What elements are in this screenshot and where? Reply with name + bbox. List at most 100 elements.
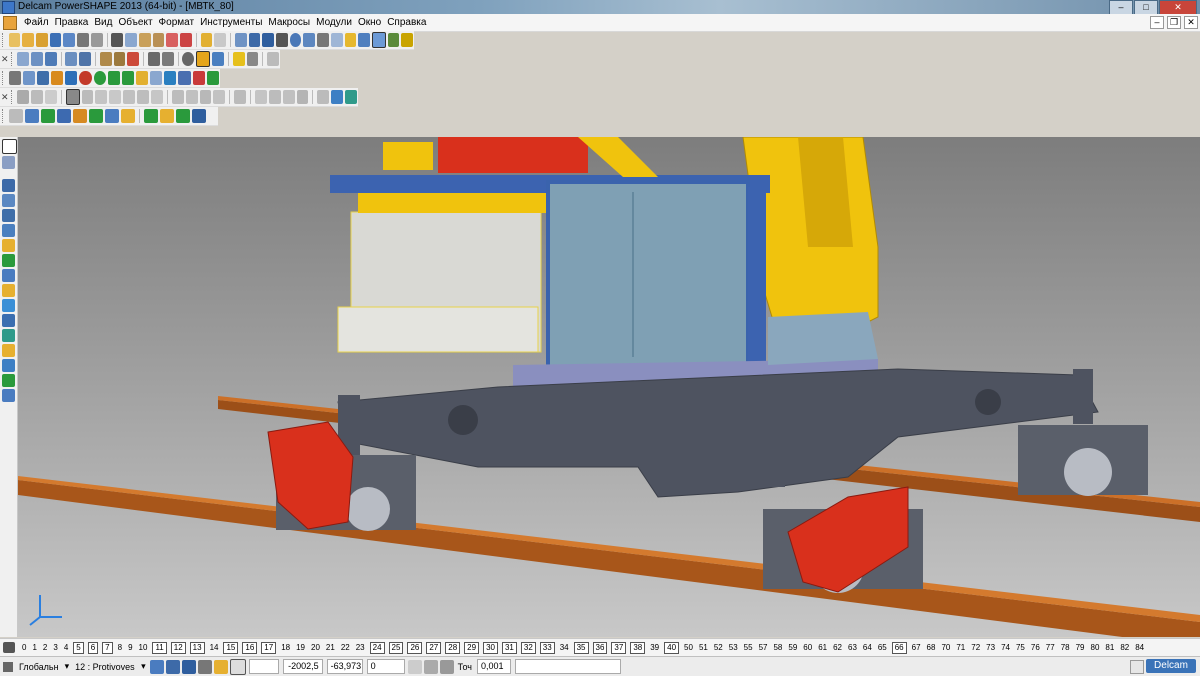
- level-16[interactable]: 16: [242, 641, 258, 654]
- level-76[interactable]: 76: [1030, 643, 1041, 653]
- dashed-icon[interactable]: [44, 90, 57, 104]
- print-icon[interactable]: [77, 33, 89, 47]
- block-icon[interactable]: [136, 71, 149, 85]
- solid-6-icon[interactable]: [105, 109, 119, 123]
- level-18[interactable]: 18: [280, 643, 291, 653]
- level-3[interactable]: 3: [52, 643, 58, 653]
- level-19[interactable]: 19: [295, 643, 306, 653]
- level-5[interactable]: 5: [73, 641, 84, 654]
- workplane-icon[interactable]: [3, 661, 13, 672]
- tolerance-field[interactable]: 0,001: [476, 659, 511, 674]
- level-61[interactable]: 61: [817, 643, 828, 653]
- cube-4-icon[interactable]: [296, 90, 309, 104]
- level-6[interactable]: 6: [87, 641, 99, 654]
- text-icon[interactable]: [317, 33, 329, 47]
- menu-view[interactable]: Вид: [91, 14, 115, 31]
- zoom-in-icon[interactable]: [99, 52, 112, 66]
- level-13[interactable]: 13: [189, 641, 205, 654]
- level-66[interactable]: 66: [891, 641, 907, 654]
- level-57[interactable]: 57: [758, 643, 769, 653]
- level-82[interactable]: 82: [1119, 643, 1130, 653]
- wireframe-icon[interactable]: [212, 52, 224, 66]
- select-4-icon[interactable]: [109, 90, 122, 104]
- mesh-icon[interactable]: [150, 71, 163, 85]
- view-cube-icon[interactable]: [65, 52, 78, 66]
- level-67[interactable]: 67: [911, 643, 922, 653]
- lights-icon[interactable]: [232, 52, 245, 66]
- menu-tools[interactable]: Инструменты: [197, 14, 265, 31]
- close-button[interactable]: ✕: [1159, 0, 1197, 15]
- level-20[interactable]: 20: [310, 643, 321, 653]
- calculator-icon[interactable]: [407, 659, 422, 674]
- mesh-create-icon[interactable]: [2, 254, 15, 267]
- feature-icon[interactable]: [387, 33, 400, 47]
- cube-3-icon[interactable]: [282, 90, 295, 104]
- level-68[interactable]: 68: [926, 643, 937, 653]
- new-icon[interactable]: [8, 33, 21, 47]
- level-12[interactable]: 12: [170, 641, 186, 654]
- tool-create-icon[interactable]: [2, 389, 15, 402]
- edit-create-icon[interactable]: [2, 314, 15, 327]
- sphere-icon[interactable]: [79, 71, 92, 85]
- level-64[interactable]: 64: [862, 643, 873, 653]
- menu-modules[interactable]: Модули: [313, 14, 355, 31]
- electrode-create-icon[interactable]: [2, 374, 15, 387]
- cut-icon[interactable]: [111, 33, 124, 47]
- minimize-button[interactable]: –: [1109, 0, 1133, 15]
- point-icon[interactable]: [275, 33, 288, 47]
- level-28[interactable]: 28: [445, 641, 461, 654]
- eraser-icon[interactable]: [166, 33, 178, 47]
- wireframe-create-icon[interactable]: [2, 179, 15, 192]
- level-22[interactable]: 22: [340, 643, 351, 653]
- level-24[interactable]: 24: [369, 641, 385, 654]
- level-select[interactable]: 12 : Protivoves: [75, 662, 135, 672]
- document-icon[interactable]: [3, 15, 17, 30]
- level-63[interactable]: 63: [847, 643, 858, 653]
- view-iso-icon[interactable]: [44, 52, 57, 66]
- feature-create-icon[interactable]: [2, 239, 15, 252]
- light-create-icon[interactable]: [2, 299, 15, 312]
- level-51[interactable]: 51: [698, 643, 709, 653]
- cube-1-icon[interactable]: [254, 90, 267, 104]
- doc-minimize-button[interactable]: –: [1150, 16, 1164, 29]
- snap-4-icon[interactable]: [197, 659, 212, 674]
- zoom-all-icon[interactable]: [113, 52, 126, 66]
- level-7[interactable]: 7: [102, 641, 113, 654]
- box-2-icon[interactable]: [185, 90, 198, 104]
- select-arrow-icon[interactable]: [2, 139, 17, 154]
- toolbar-grip[interactable]: [2, 71, 6, 85]
- coord-z-field[interactable]: 0: [366, 659, 405, 674]
- pattern-icon[interactable]: [144, 109, 158, 123]
- cone-icon[interactable]: [121, 71, 135, 85]
- layer-icon[interactable]: [8, 71, 21, 85]
- multi-select-icon[interactable]: [2, 156, 15, 169]
- toolbar-close-icon[interactable]: ✕: [1, 92, 9, 103]
- triangle-icon[interactable]: [107, 71, 120, 85]
- select-mode-icon[interactable]: [65, 89, 80, 105]
- dimension-create-icon[interactable]: [2, 284, 15, 297]
- workplane-icon[interactable]: [234, 33, 247, 47]
- level-icon[interactable]: [248, 33, 261, 47]
- transform-icon[interactable]: [234, 90, 247, 104]
- box-4-icon[interactable]: [213, 90, 226, 104]
- toolbar-close-icon[interactable]: ✕: [1, 54, 9, 65]
- level-65[interactable]: 65: [877, 643, 888, 653]
- solid-icon[interactable]: [358, 33, 371, 47]
- workplane-dropdown-icon[interactable]: ▾: [65, 661, 70, 672]
- solid-4-icon[interactable]: [73, 109, 87, 123]
- trim-icon[interactable]: [9, 109, 23, 123]
- level-26[interactable]: 26: [407, 641, 423, 654]
- cube-2-icon[interactable]: [268, 90, 281, 104]
- surface-create-icon[interactable]: [2, 209, 15, 222]
- level-81[interactable]: 81: [1104, 643, 1115, 653]
- zoom-window-icon[interactable]: [161, 52, 174, 66]
- copy-icon[interactable]: [125, 33, 137, 47]
- menu-macros[interactable]: Макросы: [265, 14, 313, 31]
- level-75[interactable]: 75: [1015, 643, 1026, 653]
- redo-icon[interactable]: [214, 33, 226, 47]
- snap-icon[interactable]: [149, 659, 164, 674]
- measure-icon[interactable]: [178, 71, 191, 85]
- snap-2-icon[interactable]: [165, 659, 180, 674]
- toolbar-grip[interactable]: [2, 109, 6, 123]
- toolbar-grip[interactable]: [10, 52, 15, 66]
